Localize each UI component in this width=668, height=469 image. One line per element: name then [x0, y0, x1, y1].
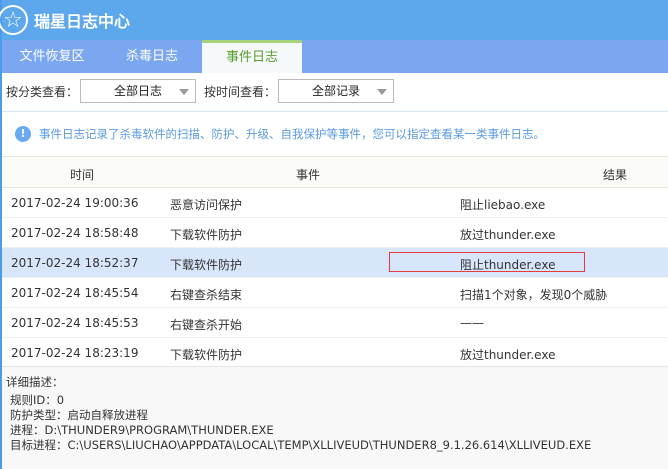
title-bar: ☆ 瑞星日志中心	[0, 0, 668, 40]
detail-panel: 详细描述： 规则ID：0 防护类型：启动自释放进程 进程：D:\THUNDER9…	[2, 366, 668, 469]
tab-file-recovery[interactable]: 文件恢复区	[2, 40, 102, 73]
row-time: 2017-02-24 18:45:53	[11, 316, 139, 330]
detail-label: 详细描述：	[6, 375, 64, 389]
row-result: 阻止liebao.exe	[460, 198, 546, 212]
table-row[interactable]: 2017-02-24 18:23:19 下载软件防护 放过thunder.exe	[2, 338, 668, 368]
table-header: 时间 事件 结果	[2, 156, 668, 188]
row-event: 右键查杀开始	[170, 318, 243, 332]
app-title: 瑞星日志中心	[34, 12, 131, 31]
chevron-down-icon	[179, 89, 190, 95]
category-select[interactable]: 全部日志	[80, 79, 197, 103]
log-center-window: ☆ 瑞星日志中心 文件恢复区 杀毒日志 事件日志 按分类查看： 全部日志 按时间…	[0, 0, 668, 469]
row-result: 扫描1个对象，发现0个威胁	[460, 288, 608, 302]
row-result: ——	[460, 316, 484, 330]
category-value: 全部日志	[114, 84, 163, 98]
row-event: 下载软件防护	[170, 348, 243, 362]
filter-bar: 按分类查看： 全部日志 按时间查看： 全部记录	[2, 73, 668, 109]
row-event: 恶意访问保护	[170, 198, 243, 212]
row-event: 下载软件防护	[170, 258, 243, 272]
detail-line: 进程：D:\THUNDER9\PROGRAM\THUNDER.EXE	[10, 423, 274, 437]
row-result: 放过thunder.exe	[460, 348, 556, 362]
header-event[interactable]: 事件	[296, 166, 320, 183]
category-label: 按分类查看：	[6, 84, 79, 99]
table-row[interactable]: 2017-02-24 18:45:53 右键查杀开始 ——	[2, 308, 668, 338]
row-time: 2017-02-24 18:23:19	[11, 346, 139, 360]
detail-line: 规则ID：0	[10, 393, 65, 407]
info-icon: !	[15, 126, 31, 142]
table-row[interactable]: 2017-02-24 18:52:37 下载软件防护 阻止thunder.exe	[2, 248, 668, 278]
event-table: 2017-02-24 19:00:36 恶意访问保护 阻止liebao.exe 201…	[2, 188, 668, 368]
tab-event-log[interactable]: 事件日志	[202, 40, 302, 73]
tab-bar: 文件恢复区 杀毒日志 事件日志	[2, 40, 668, 73]
row-result: 阻止thunder.exe	[460, 258, 556, 272]
row-time: 2017-02-24 19:00:36	[11, 196, 139, 210]
header-result[interactable]: 结果	[603, 166, 627, 183]
table-row[interactable]: 2017-02-24 18:45:54 右键查杀结束 扫描1个对象，发现0个威胁	[2, 278, 668, 308]
info-text: 事件日志记录了杀毒软件的扫描、防护、升级、自我保护等事件，您可以指定查看某一类事…	[39, 127, 545, 141]
tab-virus-log[interactable]: 杀毒日志	[102, 40, 202, 73]
info-banner: ! 事件日志记录了杀毒软件的扫描、防护、升级、自我保护等事件，您可以指定查看某一…	[2, 111, 668, 156]
table-row[interactable]: 2017-02-24 18:58:48 下载软件防护 放过thunder.exe	[2, 218, 668, 248]
table-row[interactable]: 2017-02-24 19:00:36 恶意访问保护 阻止liebao.exe	[2, 188, 668, 218]
row-time: 2017-02-24 18:45:54	[11, 286, 139, 300]
chevron-down-icon	[377, 89, 388, 95]
row-result: 放过thunder.exe	[460, 228, 556, 242]
detail-line: 防护类型：启动自释放进程	[10, 408, 148, 422]
star-icon: ☆	[0, 5, 28, 35]
time-select[interactable]: 全部记录	[278, 79, 395, 103]
header-time[interactable]: 时间	[70, 166, 94, 183]
time-value: 全部记录	[312, 84, 361, 98]
row-event: 右键查杀结束	[170, 288, 243, 302]
row-time: 2017-02-24 18:58:48	[11, 226, 139, 240]
row-time: 2017-02-24 18:52:37	[11, 256, 139, 270]
row-event: 下载软件防护	[170, 228, 243, 242]
time-label: 按时间查看：	[204, 84, 277, 99]
detail-line: 目标进程：C:\USERS\LIUCHAO\APPDATA\LOCAL\TEMP…	[10, 438, 592, 452]
